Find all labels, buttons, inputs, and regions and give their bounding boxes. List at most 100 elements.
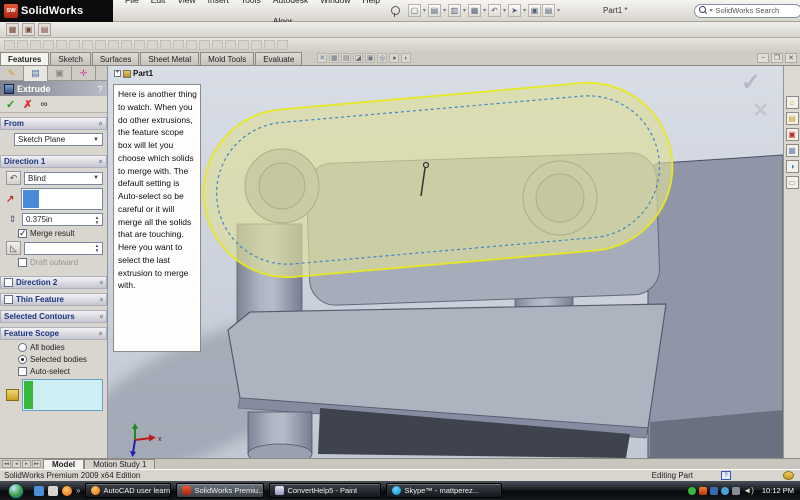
tab-mold-tools[interactable]: Mold Tools xyxy=(200,52,254,65)
quicklaunch-chevron-icon[interactable]: » xyxy=(76,486,80,495)
configurationmanager-tab-icon[interactable]: ▣ xyxy=(48,66,72,81)
end-condition-dropdown[interactable]: Blind ▼ xyxy=(24,172,103,185)
algor-analysis-icon[interactable]: ▤ xyxy=(38,23,51,36)
selected-bodies-radio[interactable] xyxy=(18,355,27,364)
view-orientation-icon[interactable]: ▣ xyxy=(365,53,375,63)
tab-scroll-last-icon[interactable]: ▸▸ xyxy=(32,460,41,468)
start-button[interactable] xyxy=(8,483,24,499)
tab-evaluate[interactable]: Evaluate xyxy=(255,52,302,65)
taskbar-clock[interactable]: 10:12 PM xyxy=(762,486,794,495)
feature-scope-section-header[interactable]: Feature Scope » xyxy=(0,327,107,340)
doc-close-icon[interactable]: ✕ xyxy=(785,53,797,63)
view-palette-icon[interactable]: ◑ xyxy=(786,160,799,173)
tree-expand-icon[interactable]: + xyxy=(114,70,121,77)
taskbar-button-skype[interactable]: Skype™ - mattperez... xyxy=(386,483,502,498)
propertymanager-tab-icon[interactable]: ▤ xyxy=(24,66,48,81)
model-tab[interactable]: Model xyxy=(43,459,84,469)
doc-minimize-icon[interactable]: − xyxy=(757,53,769,63)
tray-update-icon[interactable] xyxy=(699,487,707,495)
explorer-quicklaunch-icon[interactable] xyxy=(48,486,58,496)
selected-contours-section-header[interactable]: Selected Contours » xyxy=(0,310,107,323)
direction2-checkbox[interactable] xyxy=(4,278,13,287)
select-cursor-icon[interactable]: ➤ xyxy=(508,4,521,17)
zoom-area-icon[interactable]: ▦ xyxy=(329,53,339,63)
tab-surfaces[interactable]: Surfaces xyxy=(92,52,140,65)
appearance-icon[interactable]: ◐ xyxy=(401,53,411,63)
feature-tree-flyout[interactable]: + Part1 xyxy=(114,69,153,78)
display-style-icon[interactable]: ◎ xyxy=(377,53,387,63)
confirm-corner-check-icon[interactable]: ✓ xyxy=(741,68,761,97)
file-explorer-icon[interactable]: ▣ xyxy=(786,128,799,141)
open-icon[interactable]: ▤ xyxy=(428,4,441,17)
volume-icon[interactable]: ◄) xyxy=(743,486,754,495)
spinner-arrows-icon[interactable]: ▲▼ xyxy=(93,243,101,254)
bodies-to-affect-listbox[interactable] xyxy=(22,379,103,411)
tab-scroll-first-icon[interactable]: ◂◂ xyxy=(2,460,11,468)
direction2-section-header[interactable]: Direction 2 » xyxy=(0,276,107,289)
thin-feature-checkbox[interactable] xyxy=(4,295,13,304)
dimxpert-tab-icon[interactable]: ✛ xyxy=(72,66,96,81)
previous-view-icon[interactable]: ▤ xyxy=(341,53,351,63)
from-section-header[interactable]: From » xyxy=(0,117,107,130)
direction1-section-header[interactable]: Direction 1 » xyxy=(0,155,107,168)
firefox-quicklaunch-icon[interactable] xyxy=(62,486,72,496)
select-caret-icon[interactable]: ▾ xyxy=(523,7,526,14)
open-caret-icon[interactable]: ▾ xyxy=(443,7,446,14)
tab-sheet-metal[interactable]: Sheet Metal xyxy=(140,52,199,65)
quick-tips-icon[interactable]: ? xyxy=(721,471,731,480)
ok-button[interactable]: ✓ xyxy=(6,98,15,111)
search-scope-caret-icon[interactable]: ▾ xyxy=(710,7,713,14)
all-bodies-radio[interactable] xyxy=(18,343,27,352)
algor-mesh-icon[interactable]: ▣ xyxy=(22,23,35,36)
confirm-corner-cancel-icon[interactable]: ✕ xyxy=(752,98,769,123)
featuremanager-tree-tab-icon[interactable]: ✎ xyxy=(0,66,24,81)
rebuild-icon[interactable]: ▣ xyxy=(528,4,541,17)
new-caret-icon[interactable]: ▾ xyxy=(423,7,426,14)
draft-angle-input[interactable]: ▲▼ xyxy=(24,242,103,255)
panel-help-icon[interactable]: ? xyxy=(98,84,104,94)
doc-restore-icon[interactable]: ❐ xyxy=(771,53,783,63)
print-caret-icon[interactable]: ▾ xyxy=(483,7,486,14)
undo-icon[interactable]: ↶ xyxy=(488,4,501,17)
tab-scroll-right-icon[interactable]: ▸ xyxy=(22,460,31,468)
save-icon[interactable]: ▥ xyxy=(448,4,461,17)
direction-reference-box[interactable] xyxy=(21,188,103,210)
tray-messenger-icon[interactable] xyxy=(721,487,729,495)
options-caret-icon[interactable]: ▾ xyxy=(557,7,560,14)
from-condition-dropdown[interactable]: Sketch Plane ▼ xyxy=(14,133,103,146)
hide-show-icon[interactable]: ● xyxy=(389,53,399,63)
motion-study-tab[interactable]: Motion Study 1 xyxy=(84,459,155,469)
solidworks-resources-icon[interactable]: ⌂ xyxy=(786,96,799,109)
solidworks-search-box[interactable]: ▾ SolidWorks Search xyxy=(694,4,800,18)
zoom-fit-icon[interactable]: ✕ xyxy=(317,53,327,63)
print-icon[interactable]: ▦ xyxy=(468,4,481,17)
model-canvas[interactable]: x xyxy=(108,66,783,458)
taskbar-button-autocad[interactable]: AutoCAD user learni... xyxy=(85,483,171,498)
section-view-icon[interactable]: ◪ xyxy=(353,53,363,63)
detailed-preview-icon[interactable]: ∞ xyxy=(40,99,47,110)
tray-network-icon[interactable] xyxy=(710,487,718,495)
tab-scroll-left-icon[interactable]: ◂ xyxy=(12,460,21,468)
custom-properties-icon[interactable]: ▭ xyxy=(786,176,799,189)
thin-feature-section-header[interactable]: Thin Feature » xyxy=(0,293,107,306)
show-desktop-icon[interactable] xyxy=(34,486,44,496)
auto-select-checkbox[interactable] xyxy=(18,367,27,376)
taskbar-button-paint[interactable]: ConvertHelp5 - Paint xyxy=(269,483,381,498)
spinner-arrows-icon[interactable]: ▲▼ xyxy=(93,214,101,225)
reverse-direction-button[interactable]: ↶ xyxy=(6,171,21,185)
search-pane-icon[interactable]: ▦ xyxy=(786,144,799,157)
draft-button[interactable]: ◺ xyxy=(6,241,21,255)
tab-sketch[interactable]: Sketch xyxy=(50,52,90,65)
tray-antivirus-icon[interactable] xyxy=(688,487,696,495)
merge-result-checkbox[interactable] xyxy=(18,229,27,238)
pin-menu-icon[interactable] xyxy=(390,5,400,17)
new-document-icon[interactable]: ▢ xyxy=(408,4,421,17)
algor-tool-icon[interactable]: ▦ xyxy=(6,23,19,36)
save-caret-icon[interactable]: ▾ xyxy=(463,7,466,14)
undo-caret-icon[interactable]: ▾ xyxy=(503,7,506,14)
depth-input[interactable]: 0.375in ▲▼ xyxy=(22,213,103,226)
design-library-icon[interactable]: ▤ xyxy=(786,112,799,125)
draft-outward-checkbox[interactable] xyxy=(18,258,27,267)
tab-features[interactable]: Features xyxy=(0,52,49,65)
taskbar-button-solidworks[interactable]: SolidWorks Premiu... xyxy=(176,483,264,498)
